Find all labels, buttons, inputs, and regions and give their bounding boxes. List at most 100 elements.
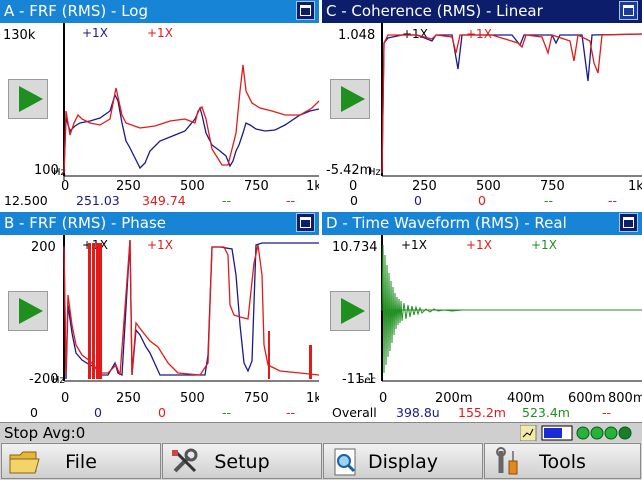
play-icon[interactable] — [8, 291, 48, 331]
panel-c-legend-2: +1X — [466, 27, 492, 41]
panel-c-xtick: 750 — [540, 179, 565, 194]
panel-a-xtick: 750 — [244, 179, 269, 194]
panel-c-readout-x: 0 — [350, 193, 358, 208]
panel-d-xtick: 800m — [608, 391, 642, 406]
tools-button[interactable]: Tools — [484, 443, 641, 479]
panel-a-legend-2: +1X — [147, 26, 173, 40]
panel-b-readout-extra: -- — [286, 405, 296, 420]
panel-b-ymax: 200 — [31, 240, 56, 255]
panel-c-xtick: 500 — [476, 179, 501, 194]
panel-a-readout-green: -- — [222, 193, 232, 208]
play-icon[interactable] — [330, 79, 370, 119]
panel-c-xtick: 1k — [628, 179, 642, 194]
panel-d-readout-green: 523.4m — [522, 405, 570, 420]
panel-d-titlebar[interactable]: D - Time Waveform (RMS) - Real — [322, 212, 642, 235]
maximize-icon[interactable] — [296, 1, 315, 20]
display-button[interactable]: Display — [323, 443, 483, 479]
panel-c-xtick: 0 — [349, 179, 357, 194]
panel-d-xtick: 600m — [568, 391, 605, 406]
panel-d-title: D - Time Waveform (RMS) - Real — [326, 214, 567, 232]
panel-a-titlebar[interactable]: A - FRF (RMS) - Log — [0, 0, 319, 23]
panel-b-titlebar[interactable]: B - FRF (RMS) - Phase — [0, 212, 319, 235]
panel-c-readout-blue: 0 — [414, 193, 422, 208]
panel-c-readout-extra: -- — [608, 193, 618, 208]
panel-c: C - Coherence (RMS) - Linear 1.048 -5.42… — [322, 0, 642, 210]
panel-b-xtick: 750 — [244, 391, 269, 406]
maximize-icon[interactable] — [296, 213, 315, 232]
status-led-icon — [576, 426, 590, 440]
panel-b-xtick: 250 — [116, 391, 141, 406]
status-bar: Stop Avg:0 — [0, 422, 642, 443]
panel-a-readouts: 12.500 251.03 349.74 -- -- — [0, 193, 319, 210]
panel-d-plot: 10.734 -11.1 Sec +1X +1X +1X 0 200m 400m… — [332, 235, 642, 406]
panel-b-title: B - FRF (RMS) - Phase — [4, 214, 167, 232]
panel-c-title: C - Coherence (RMS) - Linear — [326, 2, 543, 20]
panel-d: D - Time Waveform (RMS) - Real 10.734 -1… — [322, 212, 642, 422]
panel-c-readout-red: 0 — [478, 193, 486, 208]
panel-b-readout-red: 0 — [158, 405, 166, 420]
bottom-toolbar: File Setup Display Tools — [0, 442, 642, 480]
panel-d-ymax: 10.734 — [332, 240, 378, 255]
panel-c-readouts: 0 0 0 -- -- — [322, 193, 642, 210]
panel-b-readout-blue: 0 — [94, 405, 102, 420]
panel-a-readout-red: 349.74 — [142, 193, 186, 208]
panel-c-ymax: 1.048 — [338, 28, 375, 43]
chart-icon — [520, 425, 537, 441]
status-text: Stop Avg:0 — [4, 424, 86, 442]
setup-button-label: Setup — [214, 451, 270, 473]
panel-d-xtick: 200m — [435, 391, 472, 406]
status-indicators — [520, 425, 632, 441]
panel-a-readout-blue: 251.03 — [76, 193, 120, 208]
display-button-label: Display — [367, 451, 439, 473]
panel-c-trace-red — [381, 33, 642, 174]
panel-d-readout-extra: -- — [602, 405, 612, 420]
tools-button-label: Tools — [539, 451, 586, 473]
panel-b-xtick: 0 — [61, 391, 69, 406]
panel-d-legend-1: +1X — [401, 238, 427, 252]
panel-c-titlebar[interactable]: C - Coherence (RMS) - Linear — [322, 0, 642, 23]
panel-a-xtick: 500 — [180, 179, 205, 194]
panel-b-xtick: 1k — [306, 391, 319, 406]
panel-b-trace-red — [63, 239, 319, 376]
panel-b-xtick: 500 — [180, 391, 205, 406]
panel-a-readout-x: 12.500 — [4, 193, 48, 208]
panel-d-xtick: 0 — [379, 391, 387, 406]
panel-a-xtick: 250 — [116, 179, 141, 194]
panel-c-plot: 1.048 -5.42m Hz +1X +1X 0 250 500 750 1k — [326, 23, 642, 194]
panel-d-xtick: 400m — [507, 391, 544, 406]
panel-a-legend-1: +1X — [82, 26, 108, 40]
panel-c-readout-green: -- — [544, 193, 554, 208]
panel-d-readout-x: Overall — [332, 405, 377, 420]
panel-d-legend-2: +1X — [466, 238, 492, 252]
panel-a-readout-extra: -- — [286, 193, 296, 208]
file-button-label: File — [65, 451, 97, 473]
play-icon[interactable] — [330, 291, 370, 331]
maximize-icon[interactable] — [619, 213, 638, 232]
panel-d-readout-red: 155.2m — [458, 405, 506, 420]
play-icon[interactable] — [8, 79, 48, 119]
panel-a-xtick: 1k — [306, 179, 319, 194]
panel-d-legend-3: +1X — [531, 238, 557, 252]
file-button[interactable]: File — [1, 443, 161, 479]
panel-b-readout-green: -- — [222, 405, 232, 420]
panel-d-readouts: Overall 398.8u 155.2m 523.4m -- — [322, 405, 642, 422]
panel-a-title: A - FRF (RMS) - Log — [4, 2, 148, 20]
panel-b-yunit: Hz — [52, 375, 65, 386]
panel-c-trace-blue — [381, 33, 642, 174]
panel-a-ymax: 130k — [3, 28, 36, 43]
panel-d-trace-green — [381, 244, 642, 374]
setup-button[interactable]: Setup — [162, 443, 322, 479]
maximize-icon[interactable] — [619, 1, 638, 20]
panel-b-readout-x: 0 — [30, 405, 38, 420]
status-led-icon — [604, 426, 618, 440]
panel-b: B - FRF (RMS) - Phase 200 -200 Hz +1X +1… — [0, 212, 319, 422]
panel-c-yunit: Hz — [368, 167, 381, 178]
panel-a: A - FRF (RMS) - Log 130k 100 Hz +1X +1X … — [0, 0, 319, 210]
panel-c-ymin: -5.42m — [326, 163, 372, 178]
panel-b-trace-blue — [63, 239, 319, 380]
panel-c-legend-1: +1X — [402, 27, 428, 41]
status-led-icon — [618, 426, 632, 440]
status-led-icon — [590, 426, 604, 440]
panel-b-legend-2: +1X — [147, 238, 173, 252]
panel-a-xtick: 0 — [61, 179, 69, 194]
